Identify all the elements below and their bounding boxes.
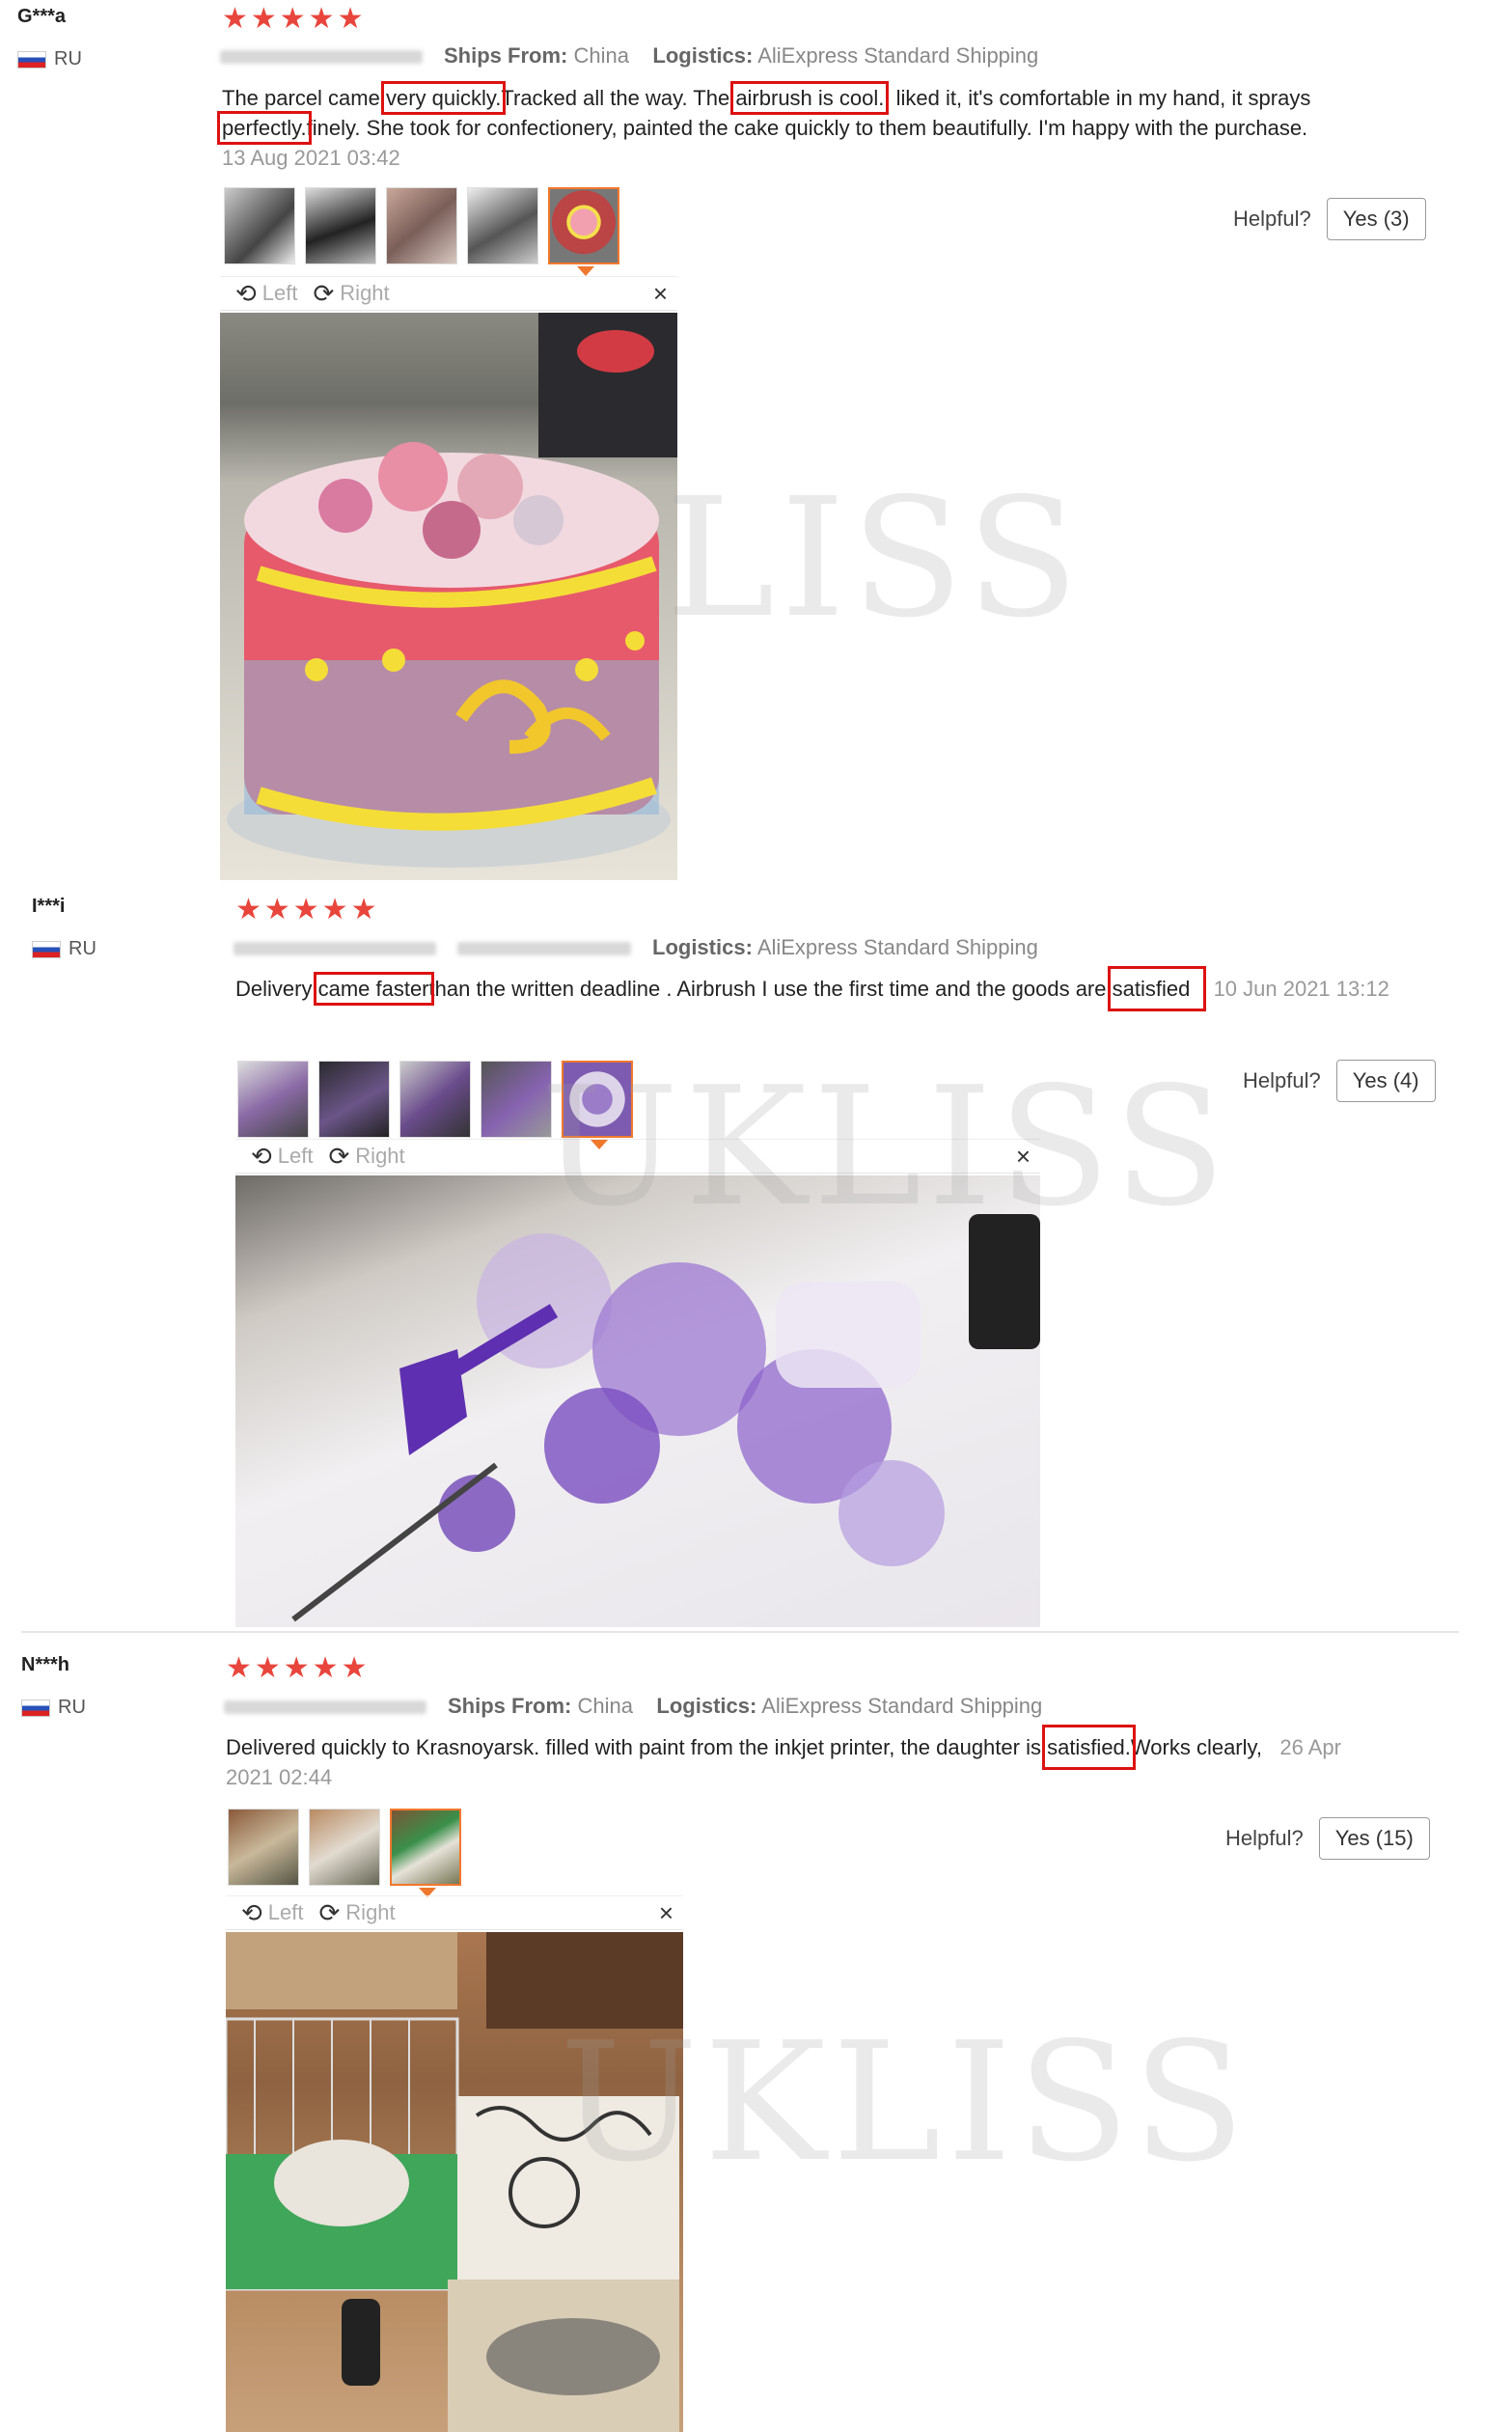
- review-text: The parcel came very quickly.Tracked all…: [217, 81, 1428, 173]
- helpful-section: Helpful? Yes (3): [1233, 198, 1426, 240]
- star-rating: ★★★★★: [235, 894, 380, 926]
- rotate-left-icon[interactable]: ⟲: [251, 1142, 272, 1172]
- reviewer-name: N***h: [21, 1654, 70, 1675]
- helpful-section: Helpful? Yes (15): [1225, 1817, 1430, 1860]
- text-segment: Tracked all the way. The: [501, 86, 736, 110]
- review-meta: Ships From: China Logistics: AliExpress …: [220, 43, 1038, 69]
- text-segment: I liked it, it's comfortable in my hand,…: [884, 86, 1311, 110]
- russia-flag-icon: [21, 1699, 50, 1717]
- text-segment: The parcel came: [222, 86, 386, 110]
- text-segment: Delivered quickly to Krasnoyarsk. filled…: [226, 1735, 1048, 1759]
- helpful-yes-button[interactable]: Yes (15): [1318, 1817, 1430, 1860]
- watermark: UKLISS: [560, 2007, 1251, 2198]
- logistics-label: Logistics:: [656, 1694, 757, 1718]
- watermark: UKLISS: [540, 1052, 1232, 1243]
- star-rating: ★★★★★: [226, 1652, 371, 1684]
- review-thumbnail[interactable]: [467, 187, 538, 264]
- review-photo-cake: [220, 313, 677, 880]
- image-toolbar: ⟲ Left ⟳ Right ×: [226, 1895, 683, 1930]
- rotate-left-label[interactable]: Left: [278, 1144, 314, 1169]
- reviewer-name: G***a: [17, 6, 67, 27]
- ships-value: China: [573, 43, 629, 68]
- rotate-right-label[interactable]: Right: [345, 1900, 395, 1925]
- rotate-right-icon[interactable]: ⟳: [319, 1898, 341, 1928]
- review-photo-spray: [235, 1175, 1040, 1627]
- highlight-box: airbrush is cool.: [730, 81, 890, 115]
- review-thumbnail[interactable]: [237, 1061, 309, 1138]
- review-meta: Logistics: AliExpress Standard Shipping: [234, 935, 1038, 960]
- review-divider: [21, 1631, 1459, 1633]
- blurred-ships-from: [457, 942, 631, 956]
- rotate-right-label[interactable]: Right: [340, 281, 389, 306]
- logistics-label: Logistics:: [652, 935, 753, 959]
- review-thumbnail-selected[interactable]: [548, 187, 619, 276]
- blurred-sku: [224, 1700, 426, 1715]
- reviewer-country: RU: [21, 1697, 86, 1719]
- ships-value: China: [577, 1694, 633, 1718]
- review-thumbnail[interactable]: [399, 1061, 471, 1138]
- review-thumbnail-selected[interactable]: [390, 1809, 461, 1897]
- helpful-label: Helpful?: [1233, 207, 1311, 231]
- rotate-right-icon[interactable]: ⟳: [329, 1142, 350, 1172]
- star-rating: ★★★★★: [222, 3, 367, 35]
- helpful-section: Helpful? Yes (4): [1243, 1060, 1436, 1102]
- review-thumbnail[interactable]: [224, 187, 295, 264]
- russia-flag-icon: [17, 50, 46, 69]
- ships-label: Ships From:: [448, 1694, 572, 1718]
- review-thumbnail[interactable]: [309, 1809, 380, 1886]
- logistics-value: AliExpress Standard Shipping: [756, 935, 1038, 959]
- blurred-sku: [234, 942, 436, 956]
- rotate-left-icon[interactable]: ⟲: [241, 1898, 262, 1928]
- review-text: Delivery came fasterthan the written dea…: [235, 966, 1432, 1011]
- spray-illustration: [291, 1214, 1040, 1622]
- reviewer-country: RU: [32, 938, 96, 960]
- helpful-yes-button[interactable]: Yes (4): [1335, 1060, 1436, 1102]
- helpful-yes-button[interactable]: Yes (3): [1326, 198, 1426, 240]
- review-thumbnail[interactable]: [318, 1061, 390, 1138]
- highlight-box: very quickly.: [380, 81, 507, 115]
- reviewer-country: RU: [17, 48, 82, 70]
- rotate-right-icon[interactable]: ⟳: [314, 279, 335, 309]
- country-code: RU: [69, 938, 96, 959]
- blurred-sku: [220, 50, 423, 65]
- highlight-box: perfectly.: [217, 111, 312, 145]
- logistics-value: AliExpress Standard Shipping: [757, 43, 1039, 68]
- rotate-left-icon[interactable]: ⟲: [235, 279, 257, 309]
- russia-flag-icon: [32, 940, 61, 958]
- close-icon[interactable]: ×: [659, 1898, 674, 1928]
- text-segment: finely. She took for confectionery, pain…: [306, 116, 1308, 140]
- logistics-value: AliExpress Standard Shipping: [761, 1694, 1043, 1718]
- text-segment: Works clearly,: [1130, 1735, 1269, 1759]
- review-date: 13 Aug 2021 03:42: [222, 146, 400, 170]
- text-segment: than the written deadline . Airbrush I u…: [428, 977, 1113, 1001]
- helpful-label: Helpful?: [1225, 1826, 1304, 1850]
- rotate-left-label[interactable]: Left: [268, 1900, 304, 1925]
- review-text: Delivered quickly to Krasnoyarsk. filled…: [226, 1725, 1384, 1792]
- reviewer-name: I***i: [32, 896, 66, 917]
- ships-label: Ships From:: [444, 43, 568, 68]
- watermark: LISS: [666, 463, 1085, 654]
- country-code: RU: [58, 1697, 86, 1718]
- close-icon[interactable]: ×: [653, 279, 668, 309]
- rotate-left-label[interactable]: Left: [262, 281, 298, 306]
- highlight-box: satisfied.: [1042, 1725, 1136, 1770]
- thumbnail-strip: [224, 187, 619, 276]
- highlight-box: satisfied: [1107, 966, 1207, 1011]
- cake-illustration: [227, 313, 677, 868]
- thumbnail-strip: [228, 1809, 461, 1897]
- helpful-label: Helpful?: [1243, 1068, 1321, 1092]
- rotate-right-label[interactable]: Right: [355, 1144, 404, 1169]
- review-thumbnail[interactable]: [228, 1809, 299, 1886]
- highlight-box: came faster: [313, 972, 434, 1006]
- review-thumbnail[interactable]: [386, 187, 457, 264]
- review-date: 10 Jun 2021 13:12: [1213, 977, 1389, 1001]
- text-segment: Delivery: [235, 977, 318, 1001]
- image-toolbar: ⟲ Left ⟳ Right ×: [220, 276, 677, 311]
- country-code: RU: [54, 48, 82, 69]
- review-thumbnail[interactable]: [305, 187, 376, 264]
- logistics-label: Logistics:: [652, 43, 754, 68]
- review-meta: Ships From: China Logistics: AliExpress …: [224, 1694, 1042, 1719]
